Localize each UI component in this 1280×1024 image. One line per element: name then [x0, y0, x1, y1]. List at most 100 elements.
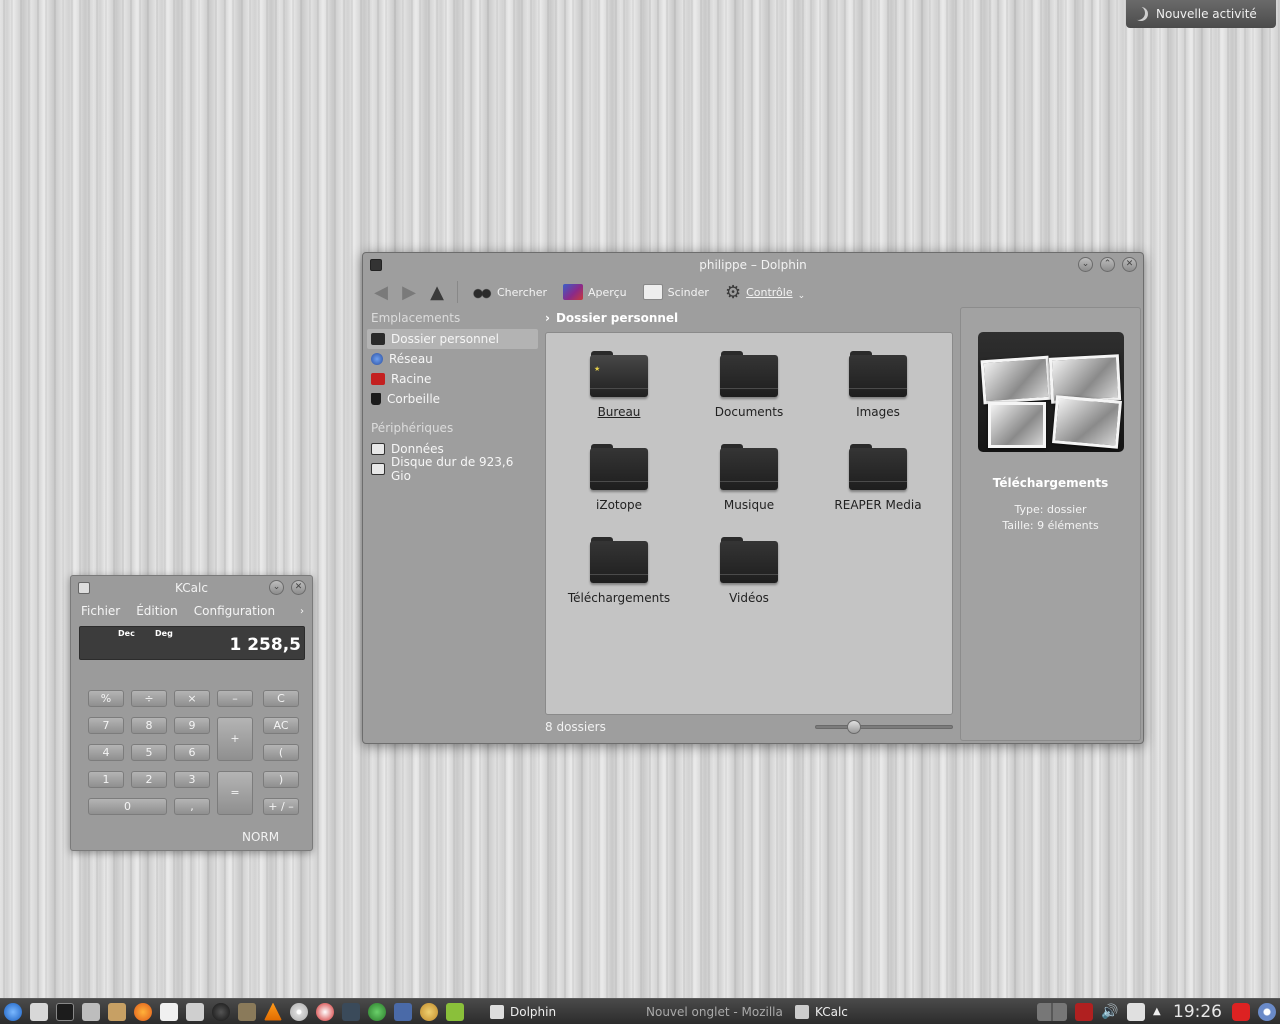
zoom-slider-handle[interactable] — [847, 720, 861, 734]
key-percent[interactable]: % — [88, 690, 124, 707]
disc-launcher-icon[interactable] — [290, 1002, 308, 1021]
key-1[interactable]: 1 — [88, 771, 124, 788]
split-button[interactable]: Scinder — [637, 280, 715, 304]
key-open-paren[interactable]: ( — [263, 744, 299, 761]
status-text: 8 dossiers — [545, 720, 606, 734]
kcalc-app-icon[interactable] — [78, 582, 90, 594]
key-4[interactable]: 4 — [88, 744, 124, 761]
calculator-launcher-icon[interactable] — [186, 1002, 204, 1021]
tray-expand-icon[interactable]: ▲ — [1153, 1003, 1163, 1021]
panel-settings-icon[interactable] — [1258, 1002, 1276, 1021]
key-plus[interactable]: + — [217, 717, 253, 761]
minimize-icon[interactable]: ⌄ — [269, 580, 284, 595]
chevron-right-icon[interactable]: › — [300, 606, 304, 617]
sidebar-item-trash[interactable]: Corbeille — [367, 389, 538, 409]
app-launcher-icon[interactable] — [316, 1002, 334, 1021]
file-item-documents[interactable]: Documents — [684, 351, 814, 419]
terminal-launcher-icon[interactable] — [56, 1002, 74, 1021]
key-6[interactable]: 6 — [174, 744, 210, 761]
new-activity-button[interactable]: Nouvelle activité — [1126, 0, 1276, 28]
dolphin-titlebar[interactable]: philippe – Dolphin ⌄ ⌃ ✕ — [363, 253, 1143, 277]
key-sign[interactable]: + / – — [263, 798, 299, 815]
clock[interactable]: 19:26 — [1173, 1002, 1222, 1022]
kcalc-titlebar[interactable]: KCalc ⌄ ✕ — [71, 576, 312, 600]
calc-display: Dec Deg 1 258,5 — [79, 626, 305, 660]
file-manager-launcher-icon[interactable] — [30, 1002, 48, 1021]
file-label: Vidéos — [729, 591, 769, 605]
file-item-musique[interactable]: Musique — [684, 444, 814, 512]
close-icon[interactable]: ✕ — [1122, 257, 1137, 272]
maximize-icon[interactable]: ⌃ — [1100, 257, 1115, 272]
folder-icon — [720, 537, 778, 583]
sidebar-item-label: Racine — [391, 372, 432, 386]
key-decimal[interactable]: , — [174, 798, 210, 815]
sidebar-item-label: Corbeille — [387, 392, 441, 406]
key-7[interactable]: 7 — [88, 717, 124, 734]
task-firefox[interactable]: Nouvel onglet - Mozilla — [632, 1001, 787, 1023]
chevron-right-icon: › — [545, 311, 550, 325]
task-dolphin[interactable]: Dolphin — [482, 1001, 632, 1023]
new-activity-label: Nouvelle activité — [1156, 7, 1257, 21]
key-3[interactable]: 3 — [174, 771, 210, 788]
power-icon[interactable] — [1232, 1002, 1250, 1021]
breadcrumb[interactable]: › Dossier personnel — [545, 307, 955, 329]
key-close-paren[interactable]: ) — [263, 771, 299, 788]
preview-button[interactable]: Aperçu — [557, 280, 633, 304]
file-item-bureau[interactable]: ★ Bureau — [554, 351, 684, 419]
file-item-videos[interactable]: Vidéos — [684, 537, 814, 605]
gimp-launcher-icon[interactable] — [238, 1002, 256, 1021]
zoom-slider[interactable] — [815, 720, 953, 734]
media-launcher-icon[interactable] — [212, 1002, 230, 1021]
key-multiply[interactable]: × — [174, 690, 210, 707]
file-item-images[interactable]: Images — [813, 351, 943, 419]
menu-edition[interactable]: Édition — [136, 604, 178, 618]
menu-fichier[interactable]: Fichier — [81, 604, 120, 618]
firefox-launcher-icon[interactable] — [134, 1002, 152, 1021]
dolphin-app-icon[interactable] — [370, 259, 382, 271]
browser-launcher-icon[interactable] — [368, 1002, 386, 1021]
key-equals[interactable]: = — [217, 771, 253, 815]
key-divide[interactable]: ÷ — [131, 690, 167, 707]
task-kcalc[interactable]: KCalc — [787, 1001, 937, 1023]
key-5[interactable]: 5 — [131, 744, 167, 761]
kde-menu-icon[interactable] — [4, 1002, 22, 1021]
minimize-icon[interactable]: ⌄ — [1078, 257, 1093, 272]
close-icon[interactable]: ✕ — [291, 580, 306, 595]
network-icon[interactable] — [1075, 1002, 1093, 1021]
chevron-down-icon: ⌄ — [797, 291, 806, 301]
forward-arrow-icon[interactable]: ▶ — [397, 281, 421, 303]
settings-launcher-icon[interactable] — [420, 1002, 438, 1021]
sidebar-item-home[interactable]: Dossier personnel — [367, 329, 538, 349]
key-8[interactable]: 8 — [131, 717, 167, 734]
sidebar-item-network[interactable]: Réseau — [367, 349, 538, 369]
tools-launcher-icon[interactable] — [82, 1002, 100, 1021]
key-0[interactable]: 0 — [88, 798, 167, 815]
document-launcher-icon[interactable] — [160, 1002, 178, 1021]
sidebar-item-label: Données — [391, 442, 444, 456]
sidebar-item-harddisk[interactable]: Disque dur de 923,6 Gio — [367, 455, 538, 483]
archive-launcher-icon[interactable] — [108, 1002, 126, 1021]
vlc-launcher-icon[interactable] — [264, 1002, 282, 1021]
search-button[interactable]: Chercher — [466, 280, 553, 304]
back-arrow-icon[interactable]: ◀ — [369, 281, 393, 303]
key-clear[interactable]: C — [263, 690, 299, 707]
clipboard-icon[interactable] — [1127, 1002, 1145, 1021]
kcalc-window: KCalc ⌄ ✕ Fichier Édition Configuration … — [70, 575, 313, 851]
file-item-reaper-media[interactable]: REAPER Media — [813, 444, 943, 512]
pager-icon[interactable] — [1037, 1002, 1067, 1021]
audio-launcher-icon[interactable] — [342, 1002, 360, 1021]
key-2[interactable]: 2 — [131, 771, 167, 788]
key-all-clear[interactable]: AC — [263, 717, 299, 734]
office-launcher-icon[interactable] — [446, 1002, 464, 1021]
key-minus[interactable]: – — [217, 690, 253, 707]
editor-launcher-icon[interactable] — [394, 1002, 412, 1021]
search-button-label: Chercher — [497, 285, 548, 299]
sidebar-item-root[interactable]: Racine — [367, 369, 538, 389]
control-button[interactable]: ⚙ Contrôle ⌄ — [719, 280, 811, 304]
volume-icon[interactable]: 🔊 — [1101, 1003, 1119, 1021]
file-item-izotope[interactable]: iZotope — [554, 444, 684, 512]
key-9[interactable]: 9 — [174, 717, 210, 734]
up-arrow-icon[interactable]: ▲ — [425, 281, 449, 303]
menu-configuration[interactable]: Configuration — [194, 604, 275, 618]
file-item-telechargements[interactable]: Téléchargements — [554, 537, 684, 605]
